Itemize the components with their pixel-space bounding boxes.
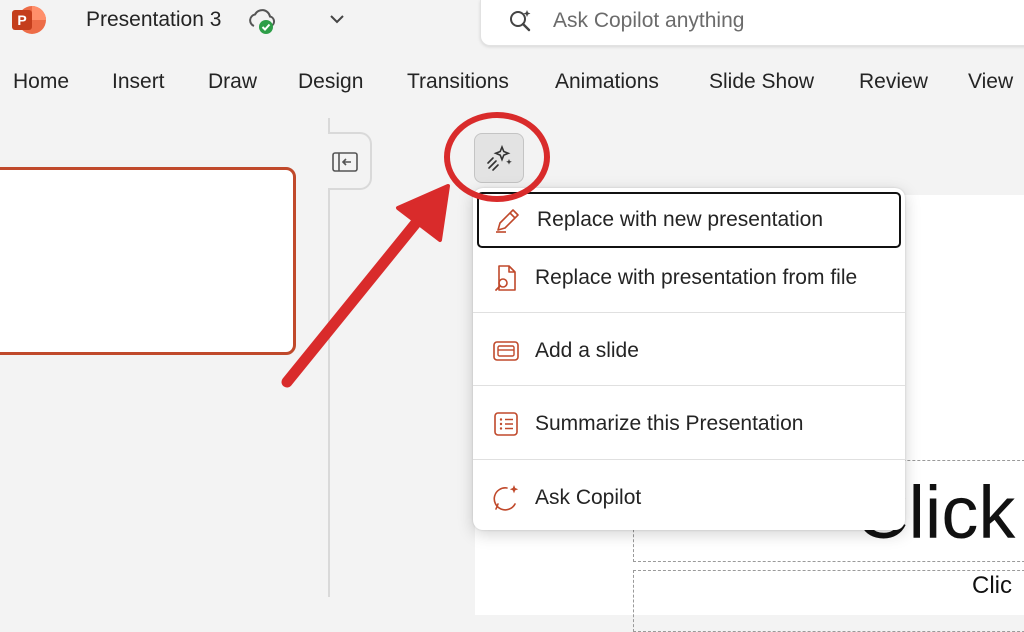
menu-divider bbox=[473, 459, 905, 460]
chat-sparkle-icon bbox=[493, 485, 519, 511]
copilot-search-icon bbox=[508, 8, 534, 34]
cloud-saved-icon[interactable] bbox=[246, 6, 278, 36]
menu-item-ask-copilot[interactable]: Ask Copilot bbox=[477, 470, 901, 526]
tab-insert[interactable]: Insert bbox=[112, 70, 165, 94]
tab-slide-show[interactable]: Slide Show bbox=[709, 70, 814, 94]
tab-transitions[interactable]: Transitions bbox=[407, 70, 509, 94]
collapse-left-icon[interactable] bbox=[331, 150, 359, 174]
tab-home[interactable]: Home bbox=[13, 70, 69, 94]
menu-item-add-slide[interactable]: Add a slide bbox=[477, 323, 901, 379]
menu-item-replace-from-file[interactable]: Replace with presentation from file bbox=[477, 250, 901, 306]
tab-draw[interactable]: Draw bbox=[208, 70, 257, 94]
menu-item-replace-new[interactable]: Replace with new presentation bbox=[477, 192, 901, 248]
menu-item-label: Summarize this Presentation bbox=[535, 412, 804, 435]
menu-item-label: Replace with new presentation bbox=[537, 208, 824, 231]
slide-icon bbox=[493, 341, 519, 361]
menu-item-label: Ask Copilot bbox=[535, 486, 642, 509]
menu-item-label: Add a slide bbox=[535, 339, 639, 362]
copilot-sparkle-icon bbox=[487, 144, 512, 171]
tab-review[interactable]: Review bbox=[859, 70, 928, 94]
pencil-edit-icon bbox=[496, 209, 519, 233]
document-title[interactable]: Presentation 3 bbox=[86, 8, 221, 32]
chevron-down-icon[interactable] bbox=[328, 12, 346, 26]
copilot-dropdown-menu: Replace with new presentation Replace wi… bbox=[473, 188, 905, 530]
slide-thumbnail[interactable] bbox=[0, 167, 296, 355]
tab-design[interactable]: Design bbox=[298, 70, 363, 94]
tab-view[interactable]: View bbox=[968, 70, 1013, 94]
annotation-arrow-shaft bbox=[281, 212, 426, 388]
slide-subtitle-text[interactable]: Clic bbox=[972, 572, 1012, 600]
svg-text:P: P bbox=[17, 12, 26, 28]
annotation-arrow-head bbox=[396, 184, 450, 242]
subtitle-placeholder[interactable] bbox=[633, 570, 1024, 632]
menu-item-summarize[interactable]: Summarize this Presentation bbox=[477, 396, 901, 452]
menu-divider bbox=[473, 312, 905, 313]
menu-item-label: Replace with presentation from file bbox=[535, 266, 858, 289]
menu-divider bbox=[473, 385, 905, 386]
list-summary-icon bbox=[494, 412, 518, 436]
copilot-button[interactable] bbox=[474, 133, 524, 183]
document-search-icon bbox=[495, 265, 516, 291]
tab-animations[interactable]: Animations bbox=[555, 70, 659, 94]
search-placeholder[interactable]: Ask Copilot anything bbox=[553, 9, 744, 33]
powerpoint-logo-icon[interactable]: P bbox=[12, 4, 46, 36]
